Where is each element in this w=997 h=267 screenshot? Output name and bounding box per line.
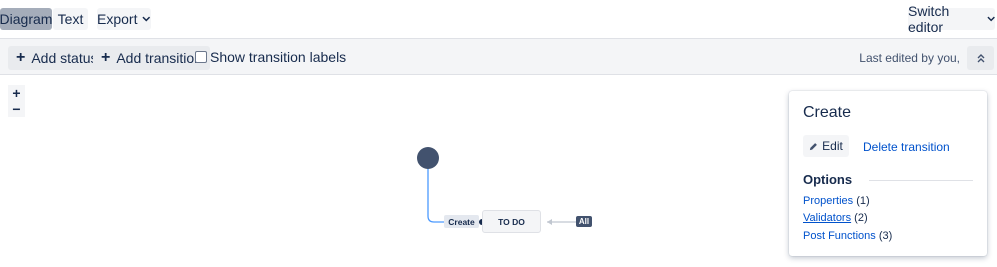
tab-text-label: Text [57,11,84,27]
add-transition-button[interactable]: + Add transition [93,46,210,70]
plus-icon: + [16,49,26,66]
collapse-button[interactable] [967,46,994,70]
arrow-head-icon [547,219,552,225]
option-properties: Properties (1) [803,195,870,207]
tab-diagram-label: Diagram [0,11,53,27]
add-status-button[interactable]: + Add status [8,46,106,70]
tab-diagram[interactable]: Diagram [0,8,52,30]
options-divider [869,180,973,181]
chevron-down-icon [987,16,995,22]
add-transition-label: Add transition [116,50,202,66]
show-transition-labels-checkbox[interactable] [195,51,207,63]
edit-label: Edit [822,139,843,153]
export-button[interactable]: Export [97,8,151,30]
validators-count: (2) [854,212,868,224]
tab-text[interactable]: Text [53,8,88,30]
start-node [417,147,439,169]
last-edited-text: Last edited by you, [859,51,960,65]
properties-link[interactable]: Properties [803,195,853,207]
zoom-out-label: − [12,101,21,117]
zoom-in-button[interactable]: + [8,85,25,101]
chevron-down-icon [142,16,151,22]
show-transition-labels-label: Show transition labels [210,49,347,65]
post-functions-link[interactable]: Post Functions [803,230,876,242]
create-transition-label[interactable]: Create [444,215,479,228]
zoom-in-label: + [12,85,21,101]
create-connector [427,168,480,223]
zoom-out-button[interactable]: − [8,101,25,117]
chevron-double-up-icon [977,54,984,63]
transition-panel: Create Edit Delete transition Options Pr… [789,91,987,256]
delete-transition-link[interactable]: Delete transition [863,140,950,154]
switch-editor-label: Switch editor [908,3,950,35]
options-heading: Options [803,172,853,187]
validators-link[interactable]: Validators [803,212,851,224]
all-transition-label: All [578,217,590,226]
status-todo-label: TO DO [498,216,525,227]
export-label: Export [97,11,138,27]
edit-button[interactable]: Edit [803,135,849,157]
properties-count: (1) [856,195,870,207]
post-functions-count: (3) [878,230,893,242]
editor-toolbar: + Add status + Add transition Show trans… [0,38,997,75]
switch-editor-button[interactable]: Switch editor [908,3,995,35]
all-transition-badge[interactable]: All [576,216,592,227]
option-post-functions: Post Functions (3) [803,230,892,242]
add-status-label: Add status [31,50,98,66]
status-todo[interactable]: TO DO [482,210,541,233]
plus-icon: + [101,49,111,66]
panel-title: Create [803,104,852,121]
pencil-icon [810,142,818,150]
option-validators: Validators (2) [803,212,868,224]
create-transition-text: Create [448,216,475,227]
